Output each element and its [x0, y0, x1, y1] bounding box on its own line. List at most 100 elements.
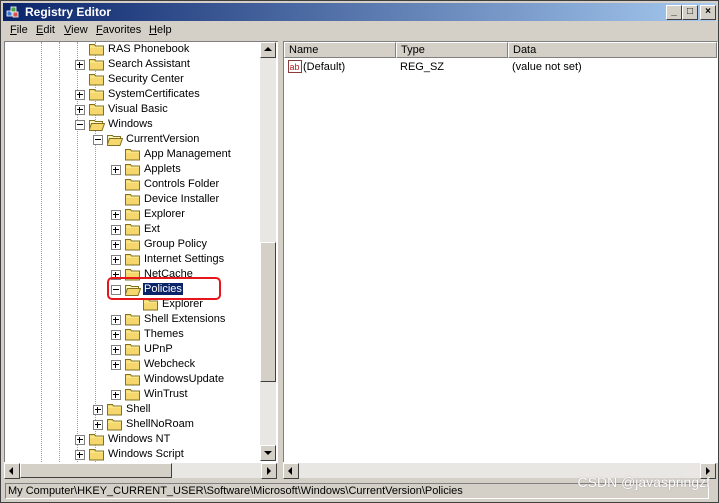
folder-icon: [125, 164, 140, 176]
folder-icon: [107, 404, 122, 416]
tree-node-label: Windows: [108, 118, 153, 130]
list-item[interactable]: ab (Default) REG_SZ (value not set): [284, 60, 717, 75]
folder-icon: [89, 44, 104, 56]
expand-plus-icon[interactable]: [111, 330, 121, 340]
expand-plus-icon[interactable]: [111, 255, 121, 265]
column-header-type[interactable]: Type: [396, 42, 508, 58]
expand-plus-icon[interactable]: [75, 90, 85, 100]
string-value-icon: ab: [288, 60, 302, 73]
pane-splitter[interactable]: [278, 41, 282, 477]
folder-icon: [89, 104, 104, 116]
tree-node-label: Explorer: [144, 208, 185, 220]
expand-plus-icon[interactable]: [75, 60, 85, 70]
tree-guide-line: [59, 42, 60, 462]
folder-icon: [107, 419, 122, 431]
folder-icon: [125, 359, 140, 371]
tree-node-label: App Management: [144, 148, 231, 160]
folder-icon: [125, 149, 140, 161]
collapse-minus-icon[interactable]: [75, 120, 85, 130]
tree-node-label: Themes: [144, 328, 184, 340]
menu-favorites[interactable]: Favorites: [96, 24, 141, 36]
tree-node-label: Shell: [126, 403, 151, 415]
svg-text:ab: ab: [290, 62, 300, 72]
column-header-name[interactable]: Name: [284, 42, 396, 58]
title-bar[interactable]: Registry Editor _ □ ×: [3, 3, 716, 21]
tree-node-label: Shell Extensions: [144, 313, 226, 325]
annotation-highlight-box: [107, 277, 221, 300]
tree-node-label: Device Installer: [144, 193, 220, 205]
maximize-button[interactable]: □: [682, 5, 698, 20]
scroll-right-button[interactable]: [261, 463, 277, 479]
folder-icon: [125, 194, 140, 206]
folder-icon: [89, 74, 104, 86]
registry-editor-icon: [6, 6, 19, 18]
expand-plus-icon[interactable]: [111, 315, 121, 325]
scroll-down-button[interactable]: [260, 445, 276, 461]
scroll-left-button[interactable]: [4, 463, 20, 479]
expand-plus-icon[interactable]: [111, 210, 121, 220]
tree-node-label: Windows NT: [108, 433, 171, 445]
folder-icon: [125, 179, 140, 191]
tree-node-label: Visual Basic: [108, 103, 168, 115]
folder-icon: [125, 239, 140, 251]
tree-node-label: Search Assistant: [108, 58, 190, 70]
tree-node-label: UPnP: [144, 343, 173, 355]
tree-node-label: Ext: [144, 223, 160, 235]
expand-plus-icon[interactable]: [93, 420, 103, 430]
value-name: (Default): [303, 61, 346, 73]
folder-icon: [89, 434, 104, 446]
values-list-pane[interactable]: Name Type Data ab (Default) REG_SZ (valu…: [283, 41, 718, 463]
scroll-up-button[interactable]: [260, 42, 276, 58]
tree-node-label: SystemCertificates: [108, 88, 200, 100]
tree-node-label: Security Center: [108, 73, 184, 85]
scroll-thumb[interactable]: [260, 242, 276, 382]
window-title: Registry Editor: [25, 5, 112, 19]
tree-guide-line: [41, 42, 42, 462]
folder-icon: [125, 314, 140, 326]
registry-editor-window: Registry Editor _ □ × File Edit View Fav…: [0, 0, 719, 503]
folder-icon: [125, 329, 140, 341]
scroll-left-button[interactable]: [283, 463, 299, 479]
expand-plus-icon[interactable]: [111, 225, 121, 235]
folder-icon: [125, 344, 140, 356]
close-button[interactable]: ×: [700, 5, 716, 20]
expand-plus-icon[interactable]: [111, 165, 121, 175]
folder-icon: [125, 374, 140, 386]
key-tree-pane[interactable]: RAS Phonebook Search Assistant Security Ce…: [4, 41, 279, 463]
tree-vertical-scrollbar[interactable]: [260, 42, 276, 461]
menu-view[interactable]: View: [64, 24, 88, 36]
scroll-thumb[interactable]: [20, 463, 172, 478]
expand-plus-icon[interactable]: [111, 360, 121, 370]
open-folder-icon: [89, 120, 105, 131]
collapse-minus-icon[interactable]: [93, 135, 103, 145]
tree-horizontal-scrollbar[interactable]: [4, 462, 277, 479]
expand-plus-icon[interactable]: [111, 345, 121, 355]
expand-plus-icon[interactable]: [111, 390, 121, 400]
expand-plus-icon[interactable]: [93, 405, 103, 415]
folder-icon: [89, 449, 104, 461]
tree-node-label: ShellNoRoam: [126, 418, 194, 430]
tree-node-label: Windows Script: [108, 448, 184, 460]
menu-bar: File Edit View Favorites Help: [3, 22, 716, 40]
open-folder-icon: [107, 135, 123, 146]
folder-icon: [125, 224, 140, 236]
folder-icon: [89, 59, 104, 71]
menu-edit[interactable]: Edit: [36, 24, 55, 36]
menu-file[interactable]: File: [10, 24, 28, 36]
expand-plus-icon[interactable]: [75, 435, 85, 445]
tree-node-label: CurrentVersion: [126, 133, 200, 145]
tree-node-label: Applets: [144, 163, 181, 175]
expand-plus-icon[interactable]: [75, 450, 85, 460]
tree-node-label: Webcheck: [144, 358, 196, 370]
watermark-text: CSDN @javaspringzf: [577, 474, 710, 490]
menu-help[interactable]: Help: [149, 24, 172, 36]
tree-node-label: Controls Folder: [144, 178, 220, 190]
expand-plus-icon[interactable]: [75, 105, 85, 115]
tree-node-label: Group Policy: [144, 238, 207, 250]
value-type: REG_SZ: [400, 61, 445, 73]
minimize-button[interactable]: _: [666, 5, 682, 20]
tree-node-label: RAS Phonebook: [108, 43, 190, 55]
column-header-data[interactable]: Data: [508, 42, 717, 58]
value-data: (value not set): [512, 61, 582, 73]
expand-plus-icon[interactable]: [111, 240, 121, 250]
